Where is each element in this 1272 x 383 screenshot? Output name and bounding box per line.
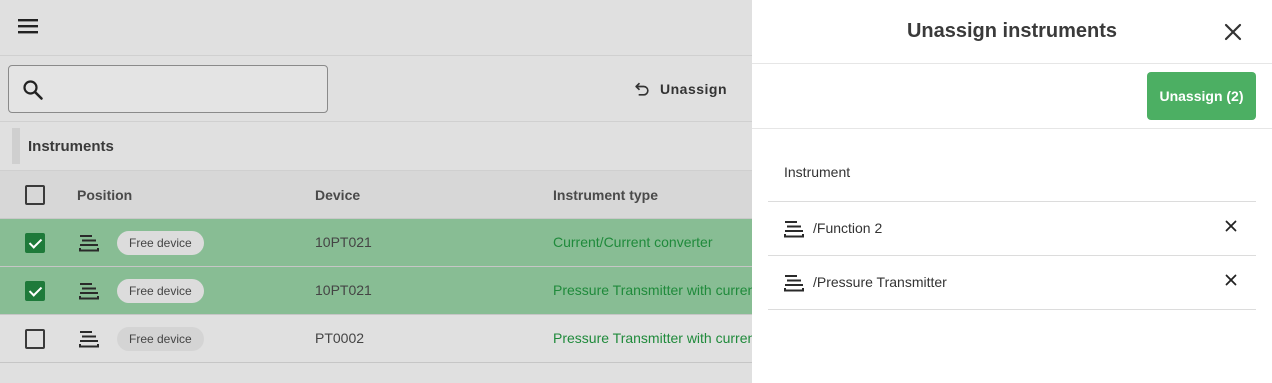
column-header-position[interactable]: Position xyxy=(77,187,132,203)
instrument-stack-icon xyxy=(79,330,99,348)
instrument-stack-icon xyxy=(784,274,804,292)
toolbar: Unassign xyxy=(0,56,752,122)
row-checkbox[interactable] xyxy=(25,233,45,253)
undo-icon xyxy=(635,82,649,96)
remove-icon[interactable] xyxy=(1222,217,1240,235)
instrument-stack-icon xyxy=(79,234,99,252)
instrument-type-cell: Current/Current converter xyxy=(553,234,713,250)
hamburger-menu-icon[interactable] xyxy=(14,14,42,38)
list-item-label: /Pressure Transmitter xyxy=(813,274,947,290)
section-accent-bar xyxy=(12,128,20,164)
drawer-actions: Unassign (2) xyxy=(752,64,1272,129)
list-item: /Function 2 xyxy=(768,202,1256,256)
device-cell: 10PT021 xyxy=(315,234,372,250)
unassign-instruments-drawer: Unassign instruments Unassign (2) Instru… xyxy=(752,0,1272,383)
search-icon xyxy=(21,78,45,102)
unassign-button[interactable]: Unassign xyxy=(632,76,727,102)
table-row[interactable]: Free device PT0002 Pressure Transmitter … xyxy=(0,315,752,363)
list-header-label: Instrument xyxy=(784,164,851,180)
column-header-device[interactable]: Device xyxy=(315,187,360,203)
column-header-instrument-type[interactable]: Instrument type xyxy=(553,187,658,203)
status-badge: Free device xyxy=(117,279,204,303)
unassign-button-label: Unassign xyxy=(660,81,728,97)
remove-icon[interactable] xyxy=(1222,271,1240,289)
status-badge: Free device xyxy=(117,327,204,351)
section-title: Instruments xyxy=(28,138,114,155)
instrument-list-view: Unassign Instruments Position Device Ins… xyxy=(0,0,752,383)
instrument-type-cell: Pressure Transmitter with current output xyxy=(553,330,752,346)
row-checkbox[interactable] xyxy=(25,329,45,349)
list-header: Instrument xyxy=(768,146,1256,202)
close-icon[interactable] xyxy=(1221,20,1245,44)
table-row[interactable]: Free device 10PT021 Current/Current conv… xyxy=(0,219,752,267)
select-all-checkbox[interactable] xyxy=(25,185,45,205)
search-box[interactable] xyxy=(8,65,328,113)
list-item: /Pressure Transmitter xyxy=(768,256,1256,310)
selected-instruments-list: Instrument /Function 2 /Pressure Transmi… xyxy=(768,146,1256,310)
drawer-header: Unassign instruments xyxy=(752,0,1272,64)
instruments-section-header: Instruments xyxy=(0,122,752,171)
status-badge: Free device xyxy=(117,231,204,255)
confirm-unassign-button[interactable]: Unassign (2) xyxy=(1147,72,1256,120)
device-cell: 10PT021 xyxy=(315,282,372,298)
table-row[interactable]: Free device 10PT021 Pressure Transmitter… xyxy=(0,267,752,315)
list-item-label: /Function 2 xyxy=(813,220,883,236)
instrument-stack-icon xyxy=(79,282,99,300)
row-checkbox[interactable] xyxy=(25,281,45,301)
table-header: Position Device Instrument type xyxy=(0,171,752,219)
instrument-type-cell: Pressure Transmitter with current output xyxy=(553,282,752,298)
drawer-title: Unassign instruments xyxy=(906,20,1118,42)
device-cell: PT0002 xyxy=(315,330,365,346)
instrument-stack-icon xyxy=(784,220,804,238)
top-bar xyxy=(0,0,752,56)
search-input[interactable] xyxy=(57,74,317,104)
